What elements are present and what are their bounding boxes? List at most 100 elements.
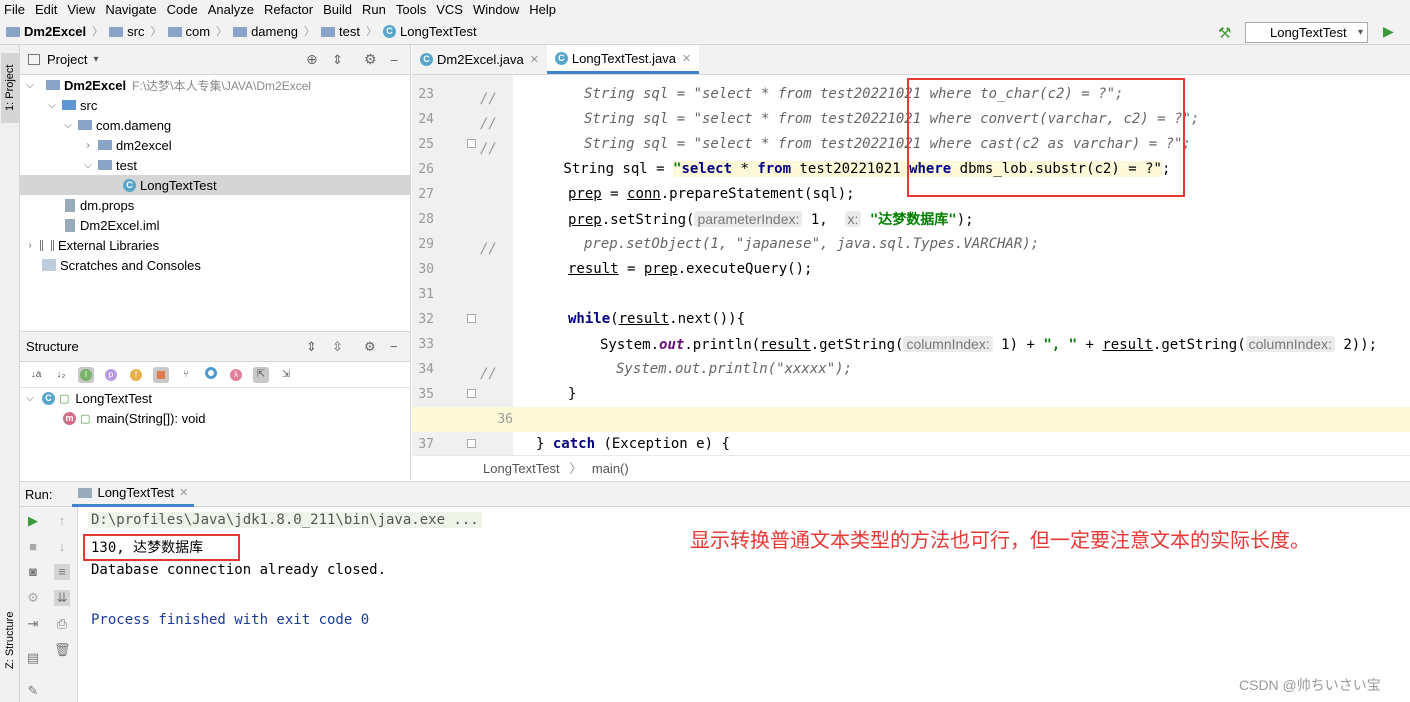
tree-item-label: dm.props <box>80 197 135 213</box>
menu-tools[interactable]: Tools <box>391 2 431 17</box>
chevron-down-icon[interactable]: ⌵ <box>62 120 74 131</box>
menu-window[interactable]: Window <box>468 2 524 17</box>
fold-icon[interactable] <box>467 439 476 448</box>
menu-navigate[interactable]: Navigate <box>100 2 161 17</box>
code-line-29: prep.setObject(1, "japanese", java.sql.T… <box>584 236 1040 252</box>
chevron-down-icon[interactable]: ⌵ <box>82 160 94 171</box>
up-arrow-icon[interactable]: ↑ <box>54 513 70 529</box>
fields-icon[interactable]: f <box>128 367 144 383</box>
run-tab[interactable]: LongTextTest ✕ <box>72 481 195 507</box>
menu-code[interactable]: Code <box>162 2 203 17</box>
class-icon: C <box>383 24 397 38</box>
down-arrow-icon[interactable]: ↓ <box>54 539 70 555</box>
show-inherited-icon[interactable]: I <box>78 366 94 383</box>
tree-item-external-libraries[interactable]: › External Libraries <box>20 235 410 255</box>
print-icon[interactable]: ⎙ <box>54 616 70 632</box>
code-token: 1, <box>802 212 845 228</box>
breadcrumb-com[interactable]: com 〉 <box>162 23 227 39</box>
menu-build[interactable]: Build <box>318 2 357 17</box>
structure-tool-tab[interactable]: Z: Structure <box>1 600 19 680</box>
anonymous-classes-icon[interactable] <box>203 366 219 383</box>
breadcrumb-class[interactable]: C LongTextTest <box>377 24 477 39</box>
menu-vcs[interactable]: VCS <box>431 2 468 17</box>
expand-all-icon[interactable]: ⇕ <box>306 339 317 355</box>
fold-icon[interactable] <box>467 314 476 323</box>
autoscroll-to-source-icon[interactable]: ⇱ <box>253 366 269 383</box>
tree-item-com-dameng[interactable]: ⌵ com.dameng <box>20 115 410 135</box>
close-icon[interactable]: ✕ <box>530 53 539 66</box>
settings-icon[interactable]: ⚙ <box>25 590 41 606</box>
tree-item-dm2excel[interactable]: › dm2excel <box>20 135 410 155</box>
hide-icon[interactable]: − <box>390 52 398 68</box>
properties-icon[interactable]: p <box>103 367 119 383</box>
lambdas-icon[interactable]: λ <box>228 367 244 383</box>
code-token: .getString( <box>1152 337 1246 353</box>
tree-item-src[interactable]: ⌵ src <box>20 95 410 115</box>
chevron-right-icon[interactable]: › <box>24 240 36 251</box>
tab-longtexttest-java[interactable]: C LongTextTest.java ✕ <box>546 45 700 74</box>
camera-icon[interactable]: ◙ <box>25 564 41 580</box>
line-number: 34 <box>418 362 434 377</box>
menu-help[interactable]: Help <box>524 2 561 17</box>
chevron-down-icon[interactable]: ▾ <box>93 54 98 65</box>
code-token: result <box>568 261 619 277</box>
scroll-to-end-icon[interactable]: ⇊ <box>54 590 70 606</box>
menu-view[interactable]: View <box>62 2 100 17</box>
fold-icon[interactable] <box>467 139 476 148</box>
stop-icon[interactable]: ■ <box>25 539 41 555</box>
menu-refactor[interactable]: Refactor <box>259 2 318 17</box>
rerun-icon[interactable]: ▶ <box>25 513 41 529</box>
build-hammer-icon[interactable]: ⚒ <box>1218 24 1231 42</box>
locate-icon[interactable]: ⊕ <box>306 51 318 68</box>
sort-visibility-icon[interactable]: ↓₂ <box>53 367 69 383</box>
soft-wrap-icon[interactable]: ≡ <box>54 564 70 580</box>
menu-run[interactable]: Run <box>357 2 391 17</box>
breadcrumb-dameng[interactable]: dameng 〉 <box>227 23 315 39</box>
chevron-down-icon[interactable]: ⌵ <box>24 80 36 91</box>
breadcrumb-src[interactable]: src 〉 <box>103 23 162 39</box>
gear-icon[interactable]: ⚙ <box>364 339 376 355</box>
chevron-down-icon[interactable]: ⌵ <box>24 393 36 404</box>
menu-analyze[interactable]: Analyze <box>203 2 259 17</box>
breadcrumb-project[interactable]: Dm2Excel 〉 <box>0 23 103 39</box>
code-token: prep <box>568 186 602 202</box>
structure-tool-tab-label: Z: Structure <box>4 611 16 669</box>
pin-icon[interactable]: ✎ <box>25 683 41 699</box>
chevron-down-icon[interactable]: ⌵ <box>46 100 58 111</box>
collapse-all-icon[interactable]: ⇳ <box>332 339 343 355</box>
sort-alpha-icon[interactable]: ↓a <box>28 367 44 383</box>
close-icon[interactable]: ✕ <box>179 486 188 499</box>
code-token: test20221021 <box>791 161 910 177</box>
run-configuration-select[interactable]: LongTextTest ▾ <box>1245 22 1368 43</box>
tree-item-longtexttest[interactable]: C LongTextTest <box>20 175 410 195</box>
tree-item-dm-props[interactable]: dm.props <box>20 195 410 215</box>
tree-item-test[interactable]: ⌵ test <box>20 155 410 175</box>
project-tool-tab[interactable]: 1: Project <box>1 53 19 123</box>
hierarchy-icon[interactable]: ⑂ <box>178 367 194 383</box>
menu-edit[interactable]: Edit <box>30 2 62 17</box>
breadcrumb-test[interactable]: test 〉 <box>315 23 377 39</box>
layout-icon[interactable]: ▤ <box>25 650 41 666</box>
tree-item-project-root[interactable]: ⌵ Dm2Excel F:\达梦\本人专集\JAVA\Dm2Excel <box>20 75 410 95</box>
trash-icon[interactable]: 🗑 <box>54 642 71 658</box>
run-icon[interactable]: ▶ <box>1383 23 1394 40</box>
autoscroll-from-source-icon[interactable]: ⇲ <box>278 367 294 383</box>
gear-icon[interactable]: ⚙ <box>364 51 377 68</box>
structure-item-method[interactable]: m ▢ main(String[]): void <box>20 408 410 428</box>
chevron-right-icon[interactable]: › <box>82 140 94 151</box>
code-token: 1) + <box>992 337 1044 353</box>
collapse-all-icon[interactable]: ⇕ <box>332 52 343 68</box>
structure-item-class[interactable]: ⌵ C ▢ LongTextTest <box>20 388 410 408</box>
menu-file[interactable]: File <box>0 2 30 17</box>
hide-icon[interactable]: − <box>390 339 398 354</box>
close-icon[interactable]: ✕ <box>682 52 691 65</box>
lock-icon[interactable] <box>153 366 169 383</box>
project-panel-title[interactable]: Project <box>47 52 87 67</box>
editor-breadcrumb-class[interactable]: LongTextTest <box>483 461 560 476</box>
tree-item-scratches[interactable]: Scratches and Consoles <box>20 255 410 275</box>
tab-dm2excel-java[interactable]: C Dm2Excel.java ✕ <box>412 45 547 74</box>
tree-item-iml[interactable]: Dm2Excel.iml <box>20 215 410 235</box>
editor-breadcrumb-method[interactable]: main() <box>592 461 629 476</box>
login-icon[interactable]: ⇥ <box>25 616 41 632</box>
fold-icon[interactable] <box>467 389 476 398</box>
